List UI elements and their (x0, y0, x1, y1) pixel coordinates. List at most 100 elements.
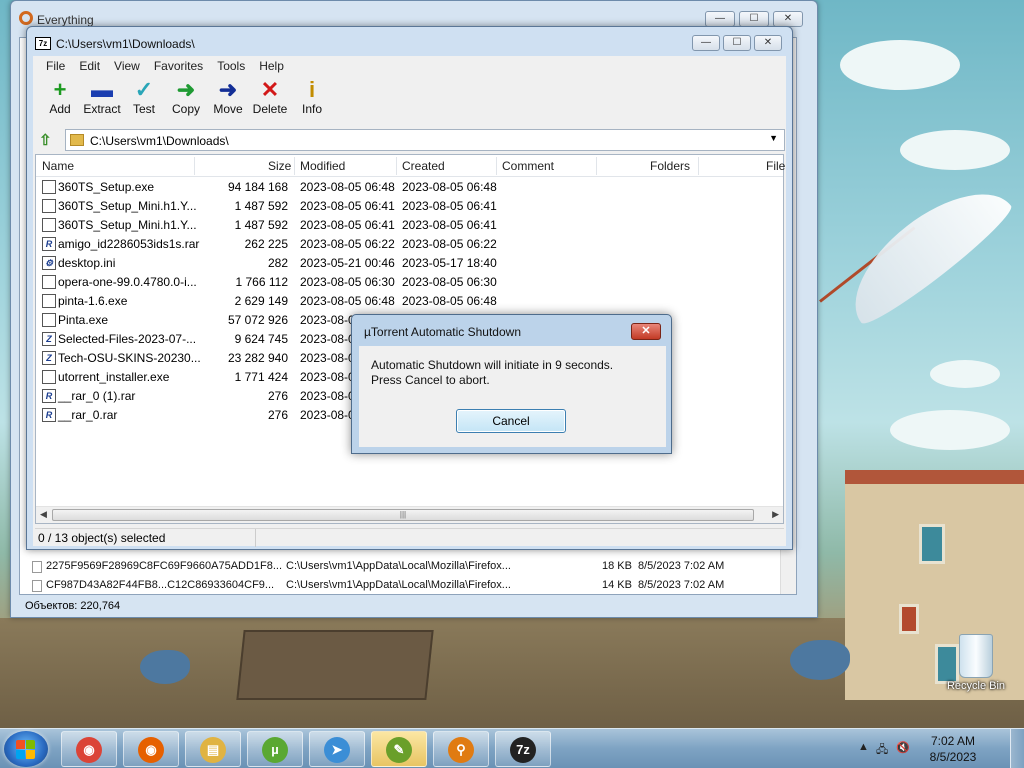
address-bar: ⇧ C:\Users\vm1\Downloads\ ▼ (33, 128, 786, 152)
notepad-taskbar-button[interactable]: ✎ (371, 731, 427, 767)
file-size: 94 184 168 (227, 180, 288, 194)
test-button[interactable]: ✓ Test (123, 78, 165, 124)
cancel-button[interactable]: Cancel (456, 409, 566, 433)
file-icon (42, 313, 56, 327)
mail-taskbar-button[interactable]: ➤ (309, 731, 365, 767)
result-path: C:\Users\vm1\AppData\Local\Mozilla\Firef… (286, 579, 511, 591)
list-item[interactable]: CF987D43A82F44FB8...C12C86933604CF9... C… (28, 577, 798, 595)
column-folders[interactable]: Folders (650, 159, 690, 173)
firefox-taskbar-button[interactable]: ◉ (123, 731, 179, 767)
info-button[interactable]: i Info (291, 78, 333, 124)
scroll-right-icon[interactable]: ▶ (772, 509, 779, 520)
list-item[interactable]: 2275F9569F28969C8FC69F9660A75ADD1F8... C… (28, 558, 798, 576)
menu-bar: File Edit View Favorites Tools Help (33, 56, 786, 76)
show-hidden-icons-icon[interactable]: ▲ (858, 741, 869, 753)
file-created: 2023-05-17 18:40 (402, 256, 497, 270)
address-input[interactable]: C:\Users\vm1\Downloads\ ▼ (65, 129, 785, 151)
7zip-icon: 7z (510, 737, 536, 763)
toolbar-label: Info (301, 102, 322, 116)
file-icon (42, 180, 56, 194)
file-icon (42, 218, 56, 232)
taskbar: ◉ ◉ ▤ µ ➤ ✎ ⚲ 7z ▲ 🖧 🔇 7:02 AM 8/5/2023 (0, 728, 1024, 768)
table-row[interactable]: opera-one-99.0.4780.0-i... 1 766 112 2023-… (36, 273, 783, 292)
recycle-bin[interactable]: Recycle Bin (944, 634, 1008, 692)
file-name: Pinta.exe (58, 313, 109, 327)
utorrent-taskbar-button[interactable]: µ (247, 731, 303, 767)
delete-icon: ✕ (260, 77, 280, 102)
system-tray: ▲ 🖧 🔇 7:02 AM 8/5/2023 (854, 729, 1024, 768)
file-size: 276 (267, 389, 288, 403)
file-modified: 2023-08-0 (300, 389, 355, 403)
crate-decoration (236, 630, 434, 700)
column-separator (396, 157, 397, 175)
column-modified[interactable]: Modified (300, 159, 345, 173)
everything-app-icon (19, 11, 33, 25)
scroll-left-icon[interactable]: ◀ (40, 509, 47, 520)
clock[interactable]: 7:02 AM 8/5/2023 (918, 733, 988, 765)
menu-tools[interactable]: Tools (210, 56, 252, 76)
cloud-decoration (930, 360, 1000, 388)
file-created: 2023-08-05 06:48 (402, 180, 497, 194)
firefox-icon: ◉ (138, 737, 164, 763)
close-button[interactable]: ✕ (754, 35, 782, 51)
info-icon: i (308, 77, 316, 102)
scroll-thumb[interactable]: ||| (52, 509, 754, 521)
table-row[interactable]: Ramigo_id2286053ids1s.rar 262 225 2023-08-… (36, 235, 783, 254)
column-size[interactable]: Size (268, 159, 291, 173)
everything-icon: ⚲ (448, 737, 474, 763)
file-size: 9 624 745 (234, 332, 288, 346)
file-created: 2023-08-05 06:41 (402, 199, 497, 213)
result-date: 8/5/2023 7:02 AM (638, 560, 725, 572)
maximize-button[interactable]: ☐ (739, 11, 769, 27)
file-size: 57 072 926 (227, 313, 288, 327)
add-button[interactable]: + Add (39, 78, 81, 124)
sevenzip-title: C:\Users\vm1\Downloads\ (56, 37, 195, 51)
menu-help[interactable]: Help (252, 56, 291, 76)
menu-file[interactable]: File (39, 56, 72, 76)
horizontal-scrollbar[interactable]: ◀ ||| ▶ (36, 506, 783, 523)
volume-muted-icon[interactable]: 🔇 (896, 741, 910, 754)
chrome-taskbar-button[interactable]: ◉ (61, 731, 117, 767)
menu-edit[interactable]: Edit (72, 56, 107, 76)
dialog-close-button[interactable]: ✕ (631, 323, 661, 340)
copy-icon: ➜ (176, 77, 196, 102)
table-row[interactable]: 360TS_Setup_Mini.h1.Y... 1 487 592 2023-08… (36, 197, 783, 216)
file-name: 360TS_Setup_Mini.h1.Y... (58, 199, 197, 213)
menu-favorites[interactable]: Favorites (147, 56, 210, 76)
close-button[interactable]: ✕ (773, 11, 803, 27)
explorer-taskbar-button[interactable]: ▤ (185, 731, 241, 767)
file-icon (32, 561, 42, 573)
move-button[interactable]: ➜ Move (207, 78, 249, 124)
everything-taskbar-button[interactable]: ⚲ (433, 731, 489, 767)
7zip-taskbar-button[interactable]: 7z (495, 731, 551, 767)
delete-button[interactable]: ✕ Delete (249, 78, 291, 124)
recycle-bin-label: Recycle Bin (946, 680, 1006, 692)
table-row[interactable]: 360TS_Setup_Mini.h1.Y... 1 487 592 2023-08… (36, 216, 783, 235)
copy-button[interactable]: ➜ Copy (165, 78, 207, 124)
maximize-button[interactable]: ☐ (723, 35, 751, 51)
table-row[interactable]: pinta-1.6.exe 2 629 149 2023-08-05 06:48 20… (36, 292, 783, 311)
status-separator (255, 529, 256, 547)
table-row[interactable]: ⚙ desktop.ini 282 2023-05-21 00:46 2023-05-1… (36, 254, 783, 273)
up-folder-icon[interactable]: ⇧ (39, 131, 57, 149)
column-created[interactable]: Created (402, 159, 445, 173)
column-name[interactable]: Name (42, 159, 74, 173)
file-modified: 2023-08-05 06:48 (300, 294, 395, 308)
extract-icon: ▬ (91, 77, 113, 102)
utorrent-icon: µ (262, 737, 288, 763)
minimize-button[interactable]: — (705, 11, 735, 27)
toolbar-label: Extract (83, 102, 121, 116)
extract-button[interactable]: ▬ Extract (81, 78, 123, 124)
table-row[interactable]: 360TS_Setup.exe 94 184 168 2023-08-05 06:4… (36, 178, 783, 197)
menu-view[interactable]: View (107, 56, 147, 76)
show-desktop-button[interactable] (1010, 729, 1024, 768)
column-comment[interactable]: Comment (502, 159, 554, 173)
column-files[interactable]: File (766, 159, 785, 173)
sevenzip-window-controls: — ☐ ✕ (692, 35, 782, 51)
chrome-icon: ◉ (76, 737, 102, 763)
everything-status-bar: Объектов: 220,764 (25, 600, 121, 612)
network-icon[interactable]: 🖧 (876, 741, 888, 760)
start-button[interactable] (4, 731, 48, 767)
chevron-down-icon[interactable]: ▼ (769, 133, 778, 143)
minimize-button[interactable]: — (692, 35, 720, 51)
